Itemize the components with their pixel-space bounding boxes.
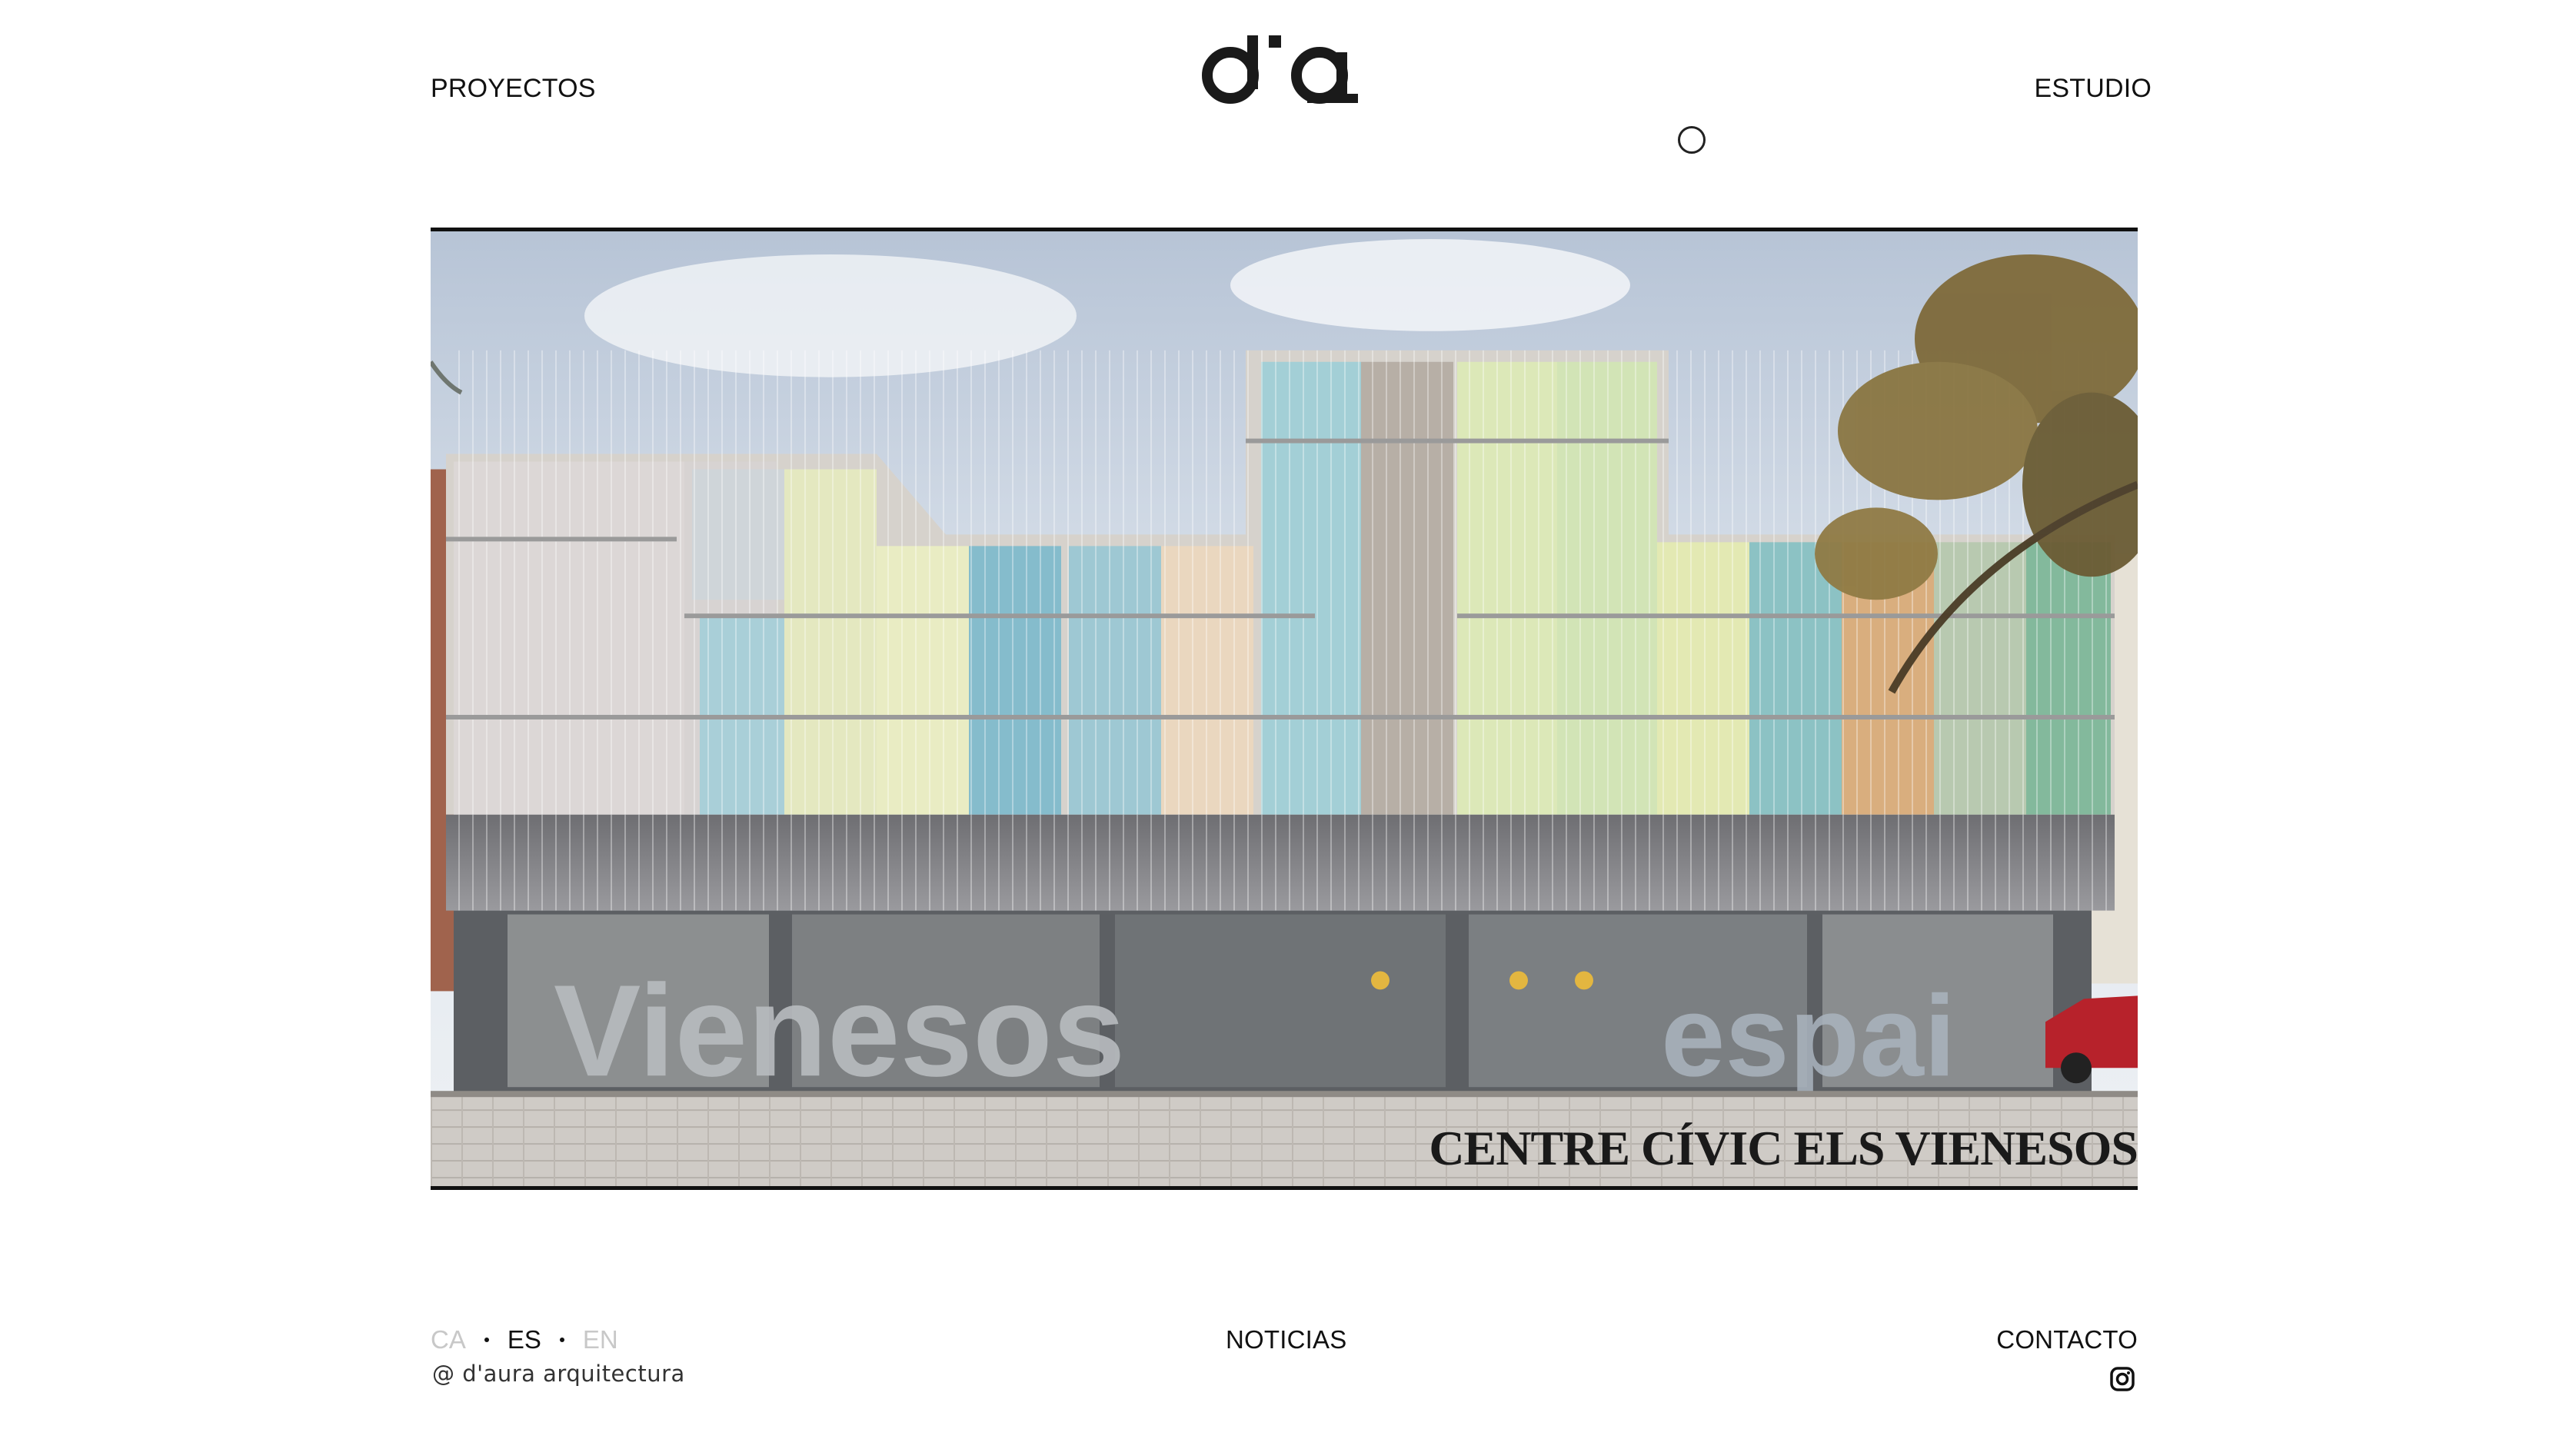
cursor-ring (1678, 126, 1706, 154)
hero-caption: CENTRE CÍVIC ELS VIENESOS (1429, 1121, 2138, 1175)
lang-en[interactable]: EN (583, 1325, 618, 1354)
lang-separator (484, 1338, 489, 1342)
nav-noticias[interactable]: NOTICIAS (1226, 1325, 1346, 1354)
nav-contacto[interactable]: CONTACTO (1996, 1325, 2138, 1354)
language-switcher: CA ES EN (431, 1325, 618, 1354)
facade-lettering-left: Vienesos (554, 957, 1125, 1103)
lang-ca[interactable]: CA (431, 1325, 466, 1354)
facade-lettering-right: espai (1661, 971, 1956, 1100)
nav-estudio[interactable]: ESTUDIO (2034, 74, 2152, 104)
daura-logo-icon[interactable] (1200, 31, 1361, 108)
lang-es[interactable]: ES (508, 1325, 541, 1354)
instagram-icon[interactable] (2110, 1367, 2135, 1391)
nav-proyectos[interactable]: PROYECTOS (431, 74, 596, 104)
hero-image[interactable]: Vienesos espai CENTRE CÍVIC ELS VIENESOS (431, 228, 2138, 1190)
lang-separator (559, 1338, 564, 1342)
copyright-text: @ d'aura arquitectura (432, 1361, 685, 1387)
hero-photo: Vienesos espai (431, 231, 2138, 1186)
